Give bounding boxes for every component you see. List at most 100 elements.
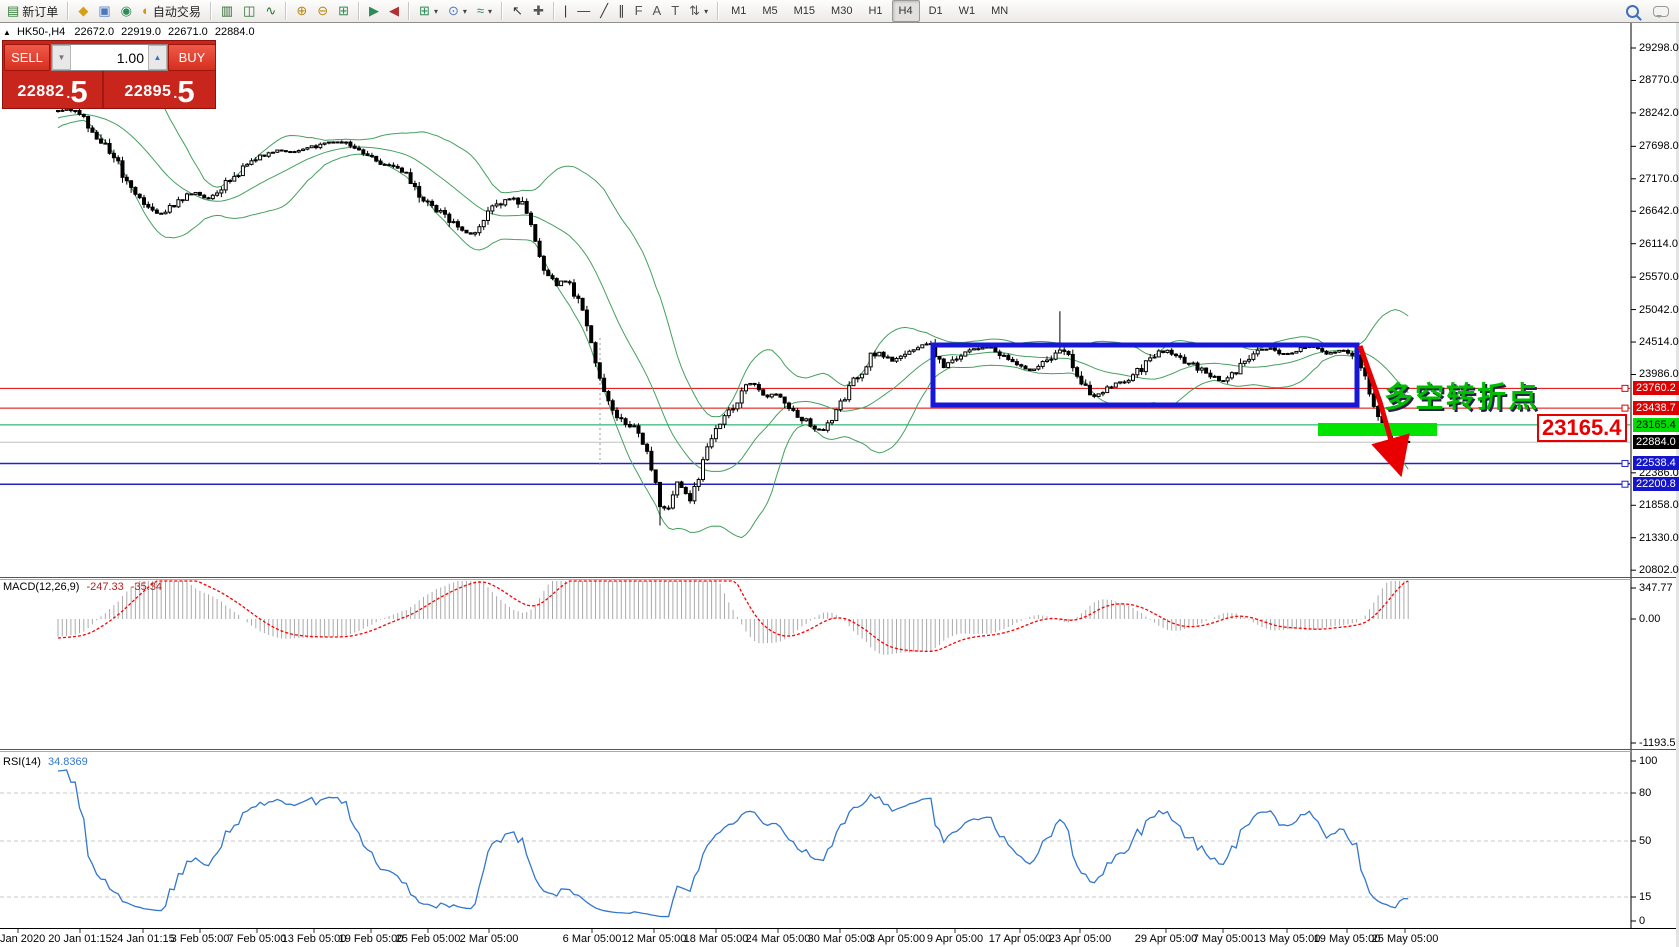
toolbar-group-orders: ▤新订单 [0, 0, 65, 22]
price-callout-box[interactable]: 23165.4 [1537, 414, 1627, 442]
candle-chart-icon-icon: ◫ [243, 1, 255, 21]
toolbar-separator [717, 2, 719, 20]
buy-button[interactable]: BUY [168, 44, 216, 71]
channel-icon: ∥ [618, 1, 625, 21]
toolbar-separator [501, 2, 503, 20]
market-icon-button[interactable]: ◆ [74, 0, 92, 22]
toolbar-separator [285, 2, 287, 20]
bar-chart-icon-icon: ▥ [221, 1, 233, 21]
toolbar-group-scroll: ▶◀ [362, 0, 406, 22]
text-button[interactable]: A [649, 0, 666, 22]
zoom-out-button[interactable]: ⊖ [313, 0, 332, 22]
chart-shift-button[interactable]: ◀ [385, 0, 403, 22]
trendline-button[interactable]: ╱ [596, 0, 612, 22]
shapes-icon: ⇅ [689, 1, 700, 21]
periods-button-dropdown-icon[interactable]: ▾ [463, 7, 467, 16]
timeframe-h1-button[interactable]: H1 [861, 0, 889, 22]
new-order-button[interactable]: ▤新订单 [3, 0, 62, 22]
buy-price[interactable]: 22895.5 [104, 71, 215, 108]
indicators-button-dropdown-icon[interactable]: ▾ [488, 7, 492, 16]
community-icon-icon: ▣ [98, 1, 110, 21]
line-chart-icon-icon: ∿ [265, 1, 276, 21]
timeframe-w1-button[interactable]: W1 [952, 0, 983, 22]
sell-price-main: 22882 [17, 77, 64, 107]
chat-icon[interactable] [1653, 6, 1669, 17]
ohlc-high: 22919.0 [121, 26, 161, 38]
cursor-button[interactable]: ↖ [508, 0, 527, 22]
candle-chart-icon-button[interactable]: ◫ [239, 0, 259, 22]
new-chart-button[interactable]: ⊞▾ [415, 0, 442, 22]
text-label-button[interactable]: T [667, 0, 683, 22]
timeframe-m5-button[interactable]: M5 [755, 0, 784, 22]
indicators-icon: ≈ [477, 1, 484, 21]
timeframe-m30-button[interactable]: M30 [824, 0, 859, 22]
tile-windows-button[interactable]: ⊞ [334, 0, 353, 22]
zoom-in-button[interactable]: ⊕ [292, 0, 311, 22]
cursor-icon: ↖ [512, 1, 523, 21]
timeframe-m1-button[interactable]: M1 [724, 0, 753, 22]
toolbar-group-draw-tools: |—╱∥FAT⇅▾ [557, 0, 715, 22]
toolbar-group-cursor-tools: ↖✚ [505, 0, 551, 22]
periods-button[interactable]: ⊙▾ [444, 0, 471, 22]
shapes-button-dropdown-icon[interactable]: ▾ [704, 7, 708, 16]
bar-chart-icon-button[interactable]: ▥ [217, 0, 237, 22]
toolbar-right [1626, 5, 1679, 18]
text-label-icon: T [671, 1, 679, 21]
chart-canvas[interactable] [0, 0, 1679, 947]
volume-input[interactable]: 1.00 [71, 50, 148, 66]
fibonacci-icon: F [635, 1, 643, 21]
search-icon[interactable] [1626, 5, 1639, 18]
macd-data-line: MACD(12,26,9) -247.33 -35.34 [3, 581, 162, 593]
volume-down-button[interactable]: ▼ [52, 45, 71, 70]
zoom-in-icon: ⊕ [296, 1, 307, 21]
signals-icon-icon: ◉ [121, 1, 132, 21]
vertical-line-button[interactable]: | [560, 0, 571, 22]
sell-button[interactable]: SELL [4, 44, 50, 71]
auto-trading-button-label: 自动交易 [153, 3, 201, 20]
toolbar-group-timeframes: M1M5M15M30H1H4D1W1MN [721, 0, 1018, 22]
fibonacci-button[interactable]: F [631, 0, 647, 22]
timeframe-h4-button[interactable]: H4 [892, 0, 920, 22]
support-highlight-bar[interactable] [1318, 423, 1437, 436]
channel-button[interactable]: ∥ [614, 0, 629, 22]
auto-scroll-button[interactable]: ▶ [365, 0, 383, 22]
buy-price-pip: 5 [177, 76, 194, 107]
one-click-trading-panel: SELL ▼ 1.00 ▲ BUY 22882.5 22895.5 [2, 40, 216, 109]
toolbar-group-services: ◆ ▣ ◉ ◐自动交易 [71, 0, 208, 22]
horizontal-line-button[interactable]: — [573, 0, 594, 22]
toolbar-separator [358, 2, 360, 20]
horizontal-line-icon: — [577, 1, 590, 21]
chart-shift-icon: ◀ [389, 1, 399, 21]
buy-price-main: 22895 [124, 77, 171, 107]
macd-signal-value: -35.34 [131, 581, 162, 593]
market-icon-icon: ◆ [78, 1, 88, 21]
ohlc-low: 22671.0 [168, 26, 208, 38]
toolbar-group-zoom: ⊕ ⊖⊞ [289, 0, 356, 22]
crosshair-button[interactable]: ✚ [529, 0, 548, 22]
timeframe-mn-button[interactable]: MN [984, 0, 1015, 22]
symbol-name: HK50-,H4 [17, 26, 65, 38]
auto-trading-icon: ◐ [142, 1, 150, 21]
symbol-info-line: ▲ HK50-,H4 22672.0 22919.0 22671.0 22884… [3, 26, 255, 38]
community-icon-button[interactable]: ▣ [94, 0, 114, 22]
rsi-value: 34.8369 [48, 756, 88, 768]
terminal-window: ▤新订单◆▣◉◐自动交易▥◫∿⊕⊖⊞▶◀⊞▾⊙▾≈▾↖✚|—╱∥FAT⇅▾M1M… [0, 0, 1679, 947]
new-chart-icon: ⊞ [419, 1, 430, 21]
timeframe-m15-button[interactable]: M15 [787, 0, 822, 22]
toolbar-separator [553, 2, 555, 20]
sell-price[interactable]: 22882.5 [3, 71, 104, 108]
line-chart-icon-button[interactable]: ∿ [261, 0, 280, 22]
toolbar-group-chart-type: ▥ ◫ ∿ [214, 0, 284, 22]
toolbar-separator [67, 2, 69, 20]
indicators-button[interactable]: ≈▾ [473, 0, 496, 22]
rsi-name: RSI(14) [3, 756, 41, 768]
shapes-button[interactable]: ⇅▾ [685, 0, 712, 22]
timeframe-d1-button[interactable]: D1 [922, 0, 950, 22]
macd-main-value: -247.33 [86, 581, 123, 593]
ohlc-close: 22884.0 [215, 26, 255, 38]
new-chart-button-dropdown-icon[interactable]: ▾ [434, 7, 438, 16]
volume-up-button[interactable]: ▲ [148, 45, 167, 70]
signals-icon-button[interactable]: ◉ [117, 0, 136, 22]
auto-trading-button[interactable]: ◐自动交易 [138, 0, 205, 22]
turning-point-annotation: 多空转折点 [1384, 374, 1539, 416]
